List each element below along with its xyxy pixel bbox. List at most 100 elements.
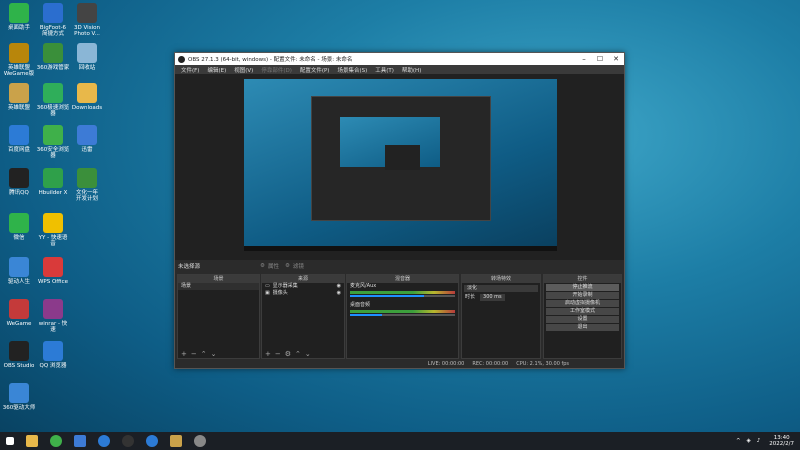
menu-file[interactable]: 文件(F) bbox=[181, 66, 199, 74]
desktop-icon-label: 桌面助手 bbox=[7, 25, 30, 31]
desktop-icon[interactable]: 360安全浏览器 bbox=[36, 125, 70, 159]
network-icon[interactable]: ◈ bbox=[747, 438, 751, 444]
desktop-icon[interactable]: 360游戏管家 bbox=[36, 43, 70, 71]
filter-icon[interactable]: ⚙ bbox=[285, 263, 290, 269]
browser-icon[interactable] bbox=[50, 435, 62, 447]
duration-input[interactable]: 300 ms bbox=[480, 294, 505, 301]
desktop-icon[interactable]: 360驱动大师 bbox=[2, 383, 36, 411]
properties-button[interactable]: 属性 bbox=[268, 262, 279, 270]
menu-edit[interactable]: 编辑(E) bbox=[207, 66, 226, 74]
up-icon[interactable]: ⌃ bbox=[201, 350, 207, 358]
desktop-meter bbox=[350, 310, 455, 313]
remove-icon[interactable]: − bbox=[275, 350, 281, 358]
desktop-icon[interactable]: Downloads bbox=[70, 83, 104, 111]
settings-button[interactable]: 设置 bbox=[546, 316, 619, 323]
menu-docks[interactable]: 停靠部件(D) bbox=[261, 66, 292, 74]
source-item-display[interactable]: ▭ 显示器采集 ◉ bbox=[262, 283, 344, 290]
add-icon[interactable]: + bbox=[265, 350, 271, 358]
scene-item[interactable]: 场景 bbox=[178, 283, 259, 290]
down-icon[interactable]: ⌄ bbox=[211, 350, 217, 358]
monitor-icon: ▭ bbox=[265, 283, 270, 289]
menu-tools[interactable]: 工具(T) bbox=[375, 66, 394, 74]
virtual-camera-button[interactable]: 启动虚拟摄像机 bbox=[546, 300, 619, 307]
qq-browser-icon[interactable] bbox=[146, 435, 158, 447]
desktop-icon[interactable]: 腾讯QQ bbox=[2, 168, 36, 196]
desktop-icon[interactable]: BigFoot-6 简捷方式 bbox=[36, 3, 70, 37]
source-item-camera[interactable]: ▣ 摄像头 ◉ bbox=[262, 290, 344, 297]
file-explorer-icon[interactable] bbox=[26, 435, 38, 447]
desktop-icon[interactable]: 百度网盘 bbox=[2, 125, 36, 153]
filters-button[interactable]: 滤镜 bbox=[293, 262, 304, 270]
transition-select[interactable]: 淡化 bbox=[464, 285, 538, 292]
mic-volume-slider[interactable] bbox=[350, 295, 455, 297]
menu-scene-collection[interactable]: 场景集合(S) bbox=[337, 66, 367, 74]
desktop-icon-label: Downloads bbox=[71, 105, 103, 111]
app-icon bbox=[9, 341, 29, 361]
desktop-icon[interactable]: Hbuilder X bbox=[36, 168, 70, 196]
close-icon[interactable]: ✕ bbox=[608, 55, 624, 63]
clock-date: 2022/2/7 bbox=[769, 441, 794, 447]
desktop-icon[interactable]: WeGame bbox=[2, 299, 36, 327]
scenes-header: 场景 bbox=[178, 275, 259, 283]
app-icon[interactable] bbox=[194, 435, 206, 447]
menu-view[interactable]: 视图(V) bbox=[234, 66, 253, 74]
menu-bar: 文件(F) 编辑(E) 视图(V) 停靠部件(D) 配置文件(P) 场景集合(S… bbox=[175, 65, 624, 74]
volume-icon[interactable]: ♪ bbox=[757, 438, 761, 444]
studio-mode-button[interactable]: 工作室模式 bbox=[546, 308, 619, 315]
down-icon[interactable]: ⌄ bbox=[305, 350, 311, 358]
desktop-icon-label: 3D Vision Photo V... bbox=[74, 25, 100, 37]
desktop-icon[interactable]: 微信 bbox=[2, 213, 36, 241]
league-icon[interactable] bbox=[170, 435, 182, 447]
baidu-netdisk-icon[interactable] bbox=[98, 435, 110, 447]
desktop-icon[interactable]: 文化一年 开发计划 bbox=[70, 168, 104, 202]
preview-canvas[interactable] bbox=[244, 79, 557, 251]
desktop-icon-label: 迅雷 bbox=[81, 147, 93, 153]
desktop-icon[interactable]: winrar - 快 速 bbox=[36, 299, 70, 333]
desktop-icon[interactable]: 驱动人生 bbox=[2, 257, 36, 285]
source-toolbar: 未选择源 ⚙ 属性 ⚙ 滤镜 bbox=[175, 260, 624, 272]
start-recording-button[interactable]: 开始录制 bbox=[546, 292, 619, 299]
nested-preview bbox=[340, 117, 440, 170]
mixer-channel-desktop-label: 桌面音频 bbox=[350, 302, 371, 308]
desktop-icon[interactable]: 桌面助手 bbox=[2, 3, 36, 31]
obs-taskbar-icon[interactable] bbox=[122, 435, 134, 447]
desktop-icon[interactable]: YY - 快速语 音 bbox=[36, 213, 70, 247]
desktop-icon-label: 英雄联盟 bbox=[7, 105, 30, 111]
desktop-icon[interactable]: 英雄联盟 bbox=[2, 83, 36, 111]
desktop-volume-slider[interactable] bbox=[350, 314, 455, 316]
add-icon[interactable]: + bbox=[181, 350, 187, 358]
rec-status: REC: 00:00:00 bbox=[472, 360, 509, 367]
desktop-icon[interactable]: QQ 浏览器 bbox=[36, 341, 70, 369]
desktop-icon[interactable]: 回收站 bbox=[70, 43, 104, 71]
desktop-icon[interactable]: WPS Office bbox=[36, 257, 70, 285]
stop-streaming-button[interactable]: 停止推流 bbox=[546, 284, 619, 291]
windows-start-icon[interactable] bbox=[6, 437, 14, 445]
desktop-icon[interactable]: 3D Vision Photo V... bbox=[70, 3, 104, 37]
exit-button[interactable]: 退出 bbox=[546, 324, 619, 331]
maximize-icon[interactable]: ☐ bbox=[592, 55, 608, 63]
menu-profile[interactable]: 配置文件(P) bbox=[300, 66, 330, 74]
up-icon[interactable]: ⌃ bbox=[295, 350, 301, 358]
xunlei-icon[interactable] bbox=[74, 435, 86, 447]
gear-icon[interactable]: ⚙ bbox=[285, 350, 291, 358]
gear-icon[interactable]: ⚙ bbox=[260, 263, 265, 269]
desktop-icon[interactable]: 英雄联盟 WeGame版 bbox=[2, 43, 36, 77]
desktop-icon[interactable]: 迅雷 bbox=[70, 125, 104, 153]
desktop-icon[interactable]: OBS Studio bbox=[2, 341, 36, 369]
app-icon bbox=[43, 299, 63, 319]
app-icon bbox=[77, 83, 97, 103]
remove-icon[interactable]: − bbox=[191, 350, 197, 358]
desktop-icon-label: 360安全浏览器 bbox=[36, 147, 70, 159]
tray-chevron-icon[interactable]: ^ bbox=[736, 438, 741, 444]
desktop-icon[interactable]: 360极速浏览器 bbox=[36, 83, 70, 117]
clock[interactable]: 13:40 2022/2/7 bbox=[769, 435, 794, 447]
minimize-icon[interactable]: – bbox=[576, 55, 592, 63]
menu-help[interactable]: 帮助(H) bbox=[402, 66, 421, 74]
eye-icon[interactable]: ◉ bbox=[337, 283, 341, 290]
app-icon bbox=[9, 83, 29, 103]
no-source-label: 未选择源 bbox=[178, 264, 201, 270]
desktop-icon-label: 360游戏管家 bbox=[36, 65, 70, 71]
app-icon bbox=[9, 3, 29, 23]
app-icon bbox=[9, 383, 29, 403]
eye-icon[interactable]: ◉ bbox=[337, 290, 341, 297]
